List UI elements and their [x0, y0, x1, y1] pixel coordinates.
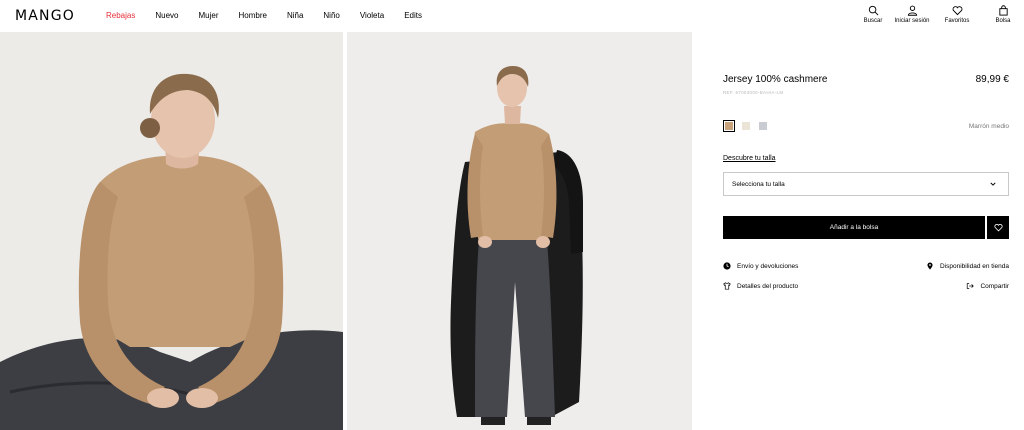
login-label: Iniciar sesión: [894, 18, 930, 24]
bag-label: Bolsa: [995, 18, 1011, 24]
size-select[interactable]: Selecciona tu talla: [723, 172, 1009, 196]
add-to-favorites-button[interactable]: [987, 216, 1009, 239]
favorites-label: Favoritos: [944, 18, 970, 24]
location-pin-icon: [927, 262, 933, 270]
brand-logo[interactable]: MANGO: [15, 8, 75, 24]
heart-icon: [993, 223, 1003, 232]
product-details-label: Detalles del producto: [737, 282, 799, 290]
store-availability-link[interactable]: Disponibilidad en tienda: [926, 262, 1009, 270]
size-guide-link[interactable]: Descubre tu talla: [723, 155, 776, 162]
search-icon: [868, 5, 878, 16]
nav-item-nuevo[interactable]: Nuevo: [155, 11, 178, 20]
share-label: Compartir: [980, 282, 1009, 290]
favorites-button[interactable]: Favoritos: [936, 5, 978, 24]
user-icon: [907, 5, 917, 16]
nav-item-hombre[interactable]: Hombre: [239, 11, 267, 20]
shipping-returns-label: Envío y devoluciones: [737, 262, 799, 270]
swatch-ecru-fill: [742, 122, 750, 130]
add-to-bag-button[interactable]: Añadir a la bolsa: [723, 216, 985, 239]
share-icon: [967, 283, 975, 289]
search-button[interactable]: Buscar: [852, 5, 894, 24]
bag-icon: [998, 5, 1008, 16]
nav-item-edits[interactable]: Edits: [404, 11, 422, 20]
swatch-brown-fill: [725, 122, 733, 130]
share-link[interactable]: Compartir: [966, 282, 1009, 290]
swatch-brown[interactable]: [723, 120, 735, 132]
color-swatches: [723, 120, 769, 132]
product-photo-front[interactable]: [0, 32, 343, 430]
swatch-grey[interactable]: [757, 120, 769, 132]
header-tools: Buscar Iniciar sesión Favoritos Bolsa: [852, 5, 1024, 24]
nav-item-rebajas[interactable]: Rebajas: [106, 11, 135, 20]
shipping-returns-link[interactable]: Envío y devoluciones: [723, 262, 798, 270]
bag-button[interactable]: Bolsa: [982, 5, 1024, 24]
nav-item-nina[interactable]: Niña: [287, 11, 303, 20]
search-label: Buscar: [863, 18, 883, 24]
product-price: 89,99 €: [975, 74, 1009, 85]
chevron-down-icon: [990, 182, 996, 186]
nav-item-violeta[interactable]: Violeta: [360, 11, 384, 20]
main-nav: Rebajas Nuevo Mujer Hombre Niña Niño Vio…: [106, 11, 442, 20]
product-photo-full[interactable]: [347, 32, 692, 430]
swatch-ecru[interactable]: [740, 120, 752, 132]
store-availability-label: Disponibilidad en tienda: [939, 262, 1009, 270]
top-header: MANGO Rebajas Nuevo Mujer Hombre Niña Ni…: [0, 0, 1024, 32]
size-select-placeholder: Selecciona tu talla: [732, 180, 785, 188]
product-details-link[interactable]: Detalles del producto: [723, 282, 798, 290]
clock-icon: [723, 262, 731, 270]
nav-item-mujer[interactable]: Mujer: [198, 11, 218, 20]
product-reference: REF. 67003000-BAHIA-LM: [723, 90, 784, 95]
heart-icon: [952, 6, 962, 16]
product-title: Jersey 100% cashmere: [723, 74, 828, 85]
swatch-grey-fill: [759, 122, 767, 130]
tshirt-icon: [723, 282, 731, 290]
selected-color-name: Marrón medio: [968, 123, 1009, 130]
nav-item-nino[interactable]: Niño: [323, 11, 339, 20]
login-button[interactable]: Iniciar sesión: [892, 5, 932, 24]
model-standing-illustration: [347, 32, 692, 430]
model-seated-illustration: [0, 32, 343, 430]
